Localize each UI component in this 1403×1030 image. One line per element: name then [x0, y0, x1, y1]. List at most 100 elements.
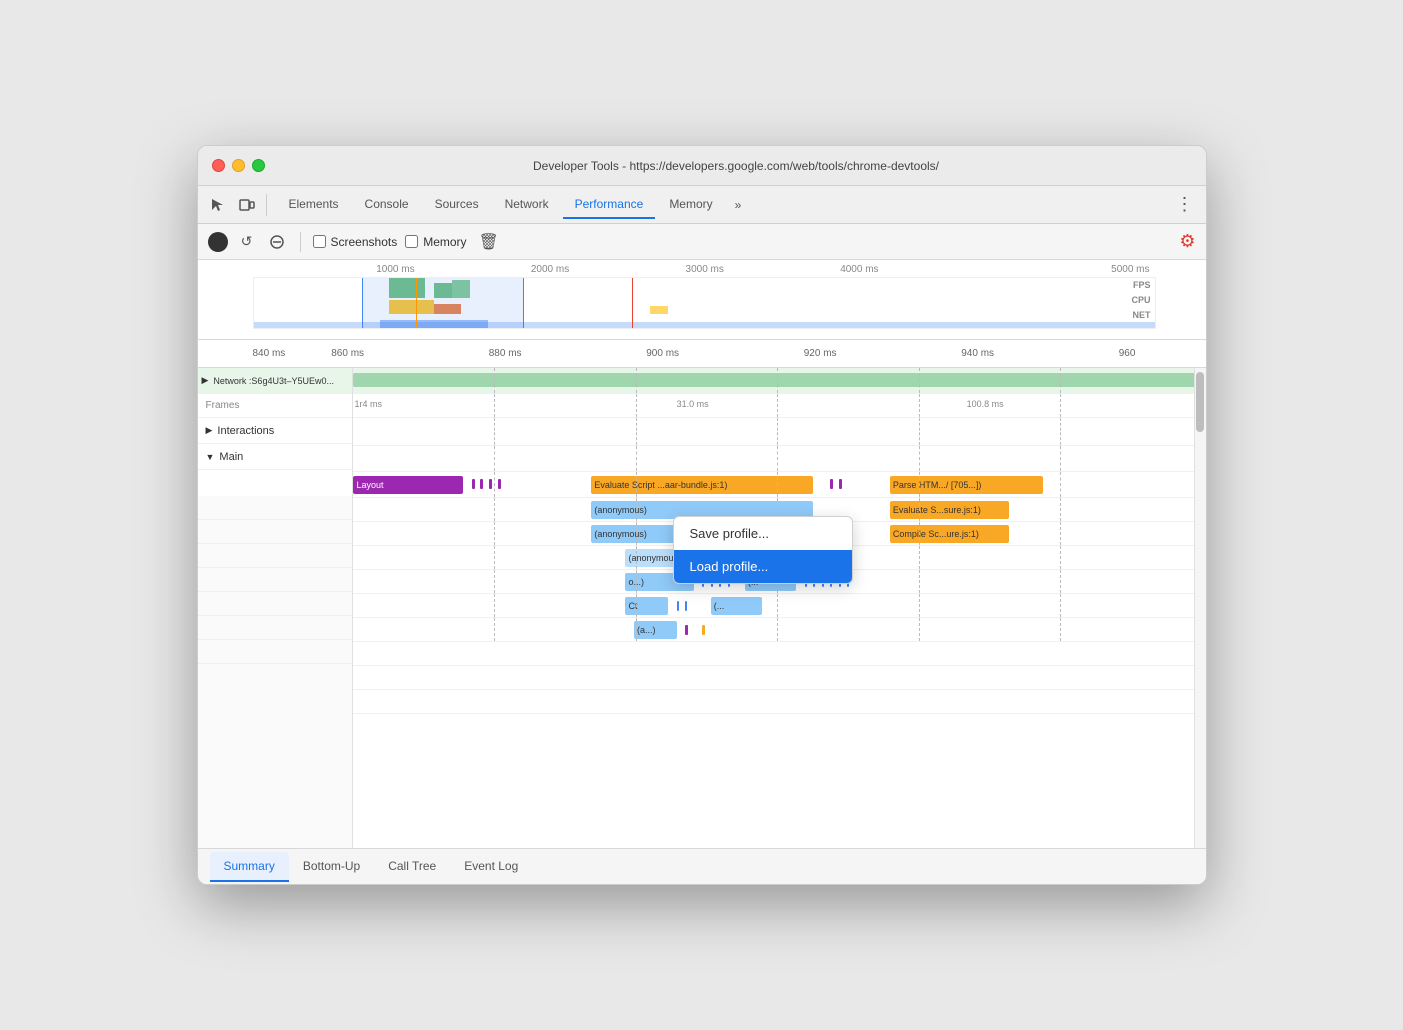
tab-performance[interactable]: Performance [563, 191, 656, 219]
vline-red [632, 278, 633, 328]
tick-3: 900 ms [646, 348, 804, 359]
minimize-button[interactable] [232, 159, 245, 172]
fdline-5 [1060, 394, 1061, 417]
device-toggle-icon[interactable] [236, 194, 258, 216]
tab-call-tree[interactable]: Call Tree [374, 852, 450, 882]
record-button[interactable] [208, 232, 228, 252]
callstack-row-4 [198, 568, 352, 592]
title-bar: Developer Tools - https://developers.goo… [198, 146, 1206, 186]
frames-label: Frames [206, 400, 240, 411]
cs6dline-4 [919, 618, 920, 641]
callstack-row-5 [198, 592, 352, 616]
cs1dline-5 [1060, 498, 1061, 521]
cs3dline-4 [919, 546, 920, 569]
separator [300, 232, 301, 252]
cs5dline-1 [494, 594, 495, 617]
cs2dline-1 [494, 522, 495, 545]
network-bar-bg [353, 373, 1206, 387]
screenshots-checkbox[interactable]: Screenshots [313, 235, 398, 249]
idline-4 [919, 418, 920, 445]
frames-track: 1r4 ms 31.0 ms 100.8 ms [353, 394, 1206, 418]
tab-memory[interactable]: Memory [657, 191, 724, 219]
cs4dline-4 [919, 570, 920, 593]
memory-label: Memory [423, 235, 466, 249]
toolbar-right: ⚙ [1179, 231, 1195, 252]
tab-event-log[interactable]: Event Log [450, 852, 532, 882]
ruler-mark-1: 1000 ms [376, 264, 531, 275]
tab-summary[interactable]: Summary [210, 852, 289, 882]
tab-more[interactable]: » [727, 194, 750, 216]
cs6dline-5 [1060, 618, 1061, 641]
cs6dline-2 [636, 618, 637, 641]
scrollbar-thumb[interactable] [1196, 372, 1204, 432]
tick-4: 920 ms [804, 348, 962, 359]
close-button[interactable] [212, 159, 225, 172]
tick-2: 880 ms [489, 348, 647, 359]
compile-sc-bar: Compile Sc...ure.js:1) [890, 525, 1009, 543]
network-arrow: ▶ [202, 375, 209, 386]
eval-s-bar: Evaluate S...sure.js:1) [890, 501, 1009, 519]
settings-icon[interactable]: ⚙ [1179, 231, 1195, 251]
cs4dline-2 [636, 570, 637, 593]
mbar-4 [498, 479, 501, 489]
mdline-1 [494, 446, 495, 471]
ruler-mark-2: 2000 ms [531, 264, 686, 275]
layout-track: Layout Evaluate Script ...aar-bundle.js:… [353, 472, 1206, 498]
layout-bar-1: Layout [353, 476, 464, 494]
ct-bar: Ct [625, 597, 668, 615]
vline-blue [362, 278, 363, 328]
network-label-text: Network :S6g4U3t–Y5UEw0... [213, 376, 334, 386]
tab-elements[interactable]: Elements [277, 191, 351, 219]
cs2dline-5 [1060, 522, 1061, 545]
context-menu: Save profile... Load profile... [673, 516, 853, 584]
cs4dline-5 [1060, 570, 1061, 593]
cs5dline-2 [636, 594, 637, 617]
selection-region [362, 278, 524, 328]
mbar-a2 [702, 625, 705, 635]
tab-sources[interactable]: Sources [423, 191, 491, 219]
interactions-label-row[interactable]: ▶ Interactions [198, 418, 352, 444]
frames-val-1: 1r4 ms [355, 399, 383, 409]
tab-console[interactable]: Console [353, 191, 421, 219]
reload-icon[interactable]: ↺ [236, 231, 258, 253]
clear-icon[interactable] [266, 231, 288, 253]
save-profile-item[interactable]: Save profile... [674, 517, 852, 550]
load-profile-item[interactable]: Load profile... [674, 550, 852, 583]
mbar-3 [489, 479, 492, 489]
frames-label-row[interactable]: Frames [198, 394, 352, 418]
ruler-mark-4: 4000 ms [840, 264, 995, 275]
devtools-window: Developer Tools - https://developers.goo… [197, 145, 1207, 885]
tab-bottom-up[interactable]: Bottom-Up [289, 852, 374, 882]
memory-checkbox[interactable]: Memory [405, 235, 466, 249]
vline-orange [416, 278, 417, 328]
main-label-row[interactable]: ▼ Main [198, 444, 352, 470]
dline-1 [494, 368, 495, 393]
mbar-r1 [830, 479, 833, 489]
layout-label-row [198, 470, 352, 496]
cursor-icon[interactable] [206, 194, 228, 216]
empty-track-1 [353, 642, 1206, 666]
mdline-5 [1060, 446, 1061, 471]
maximize-button[interactable] [252, 159, 265, 172]
cs3dline-5 [1060, 546, 1061, 569]
screenshots-input[interactable] [313, 235, 326, 248]
empty-track-3 [353, 690, 1206, 714]
cpu-bar-3 [650, 306, 668, 314]
trash-icon[interactable]: 🗑 [479, 232, 499, 252]
tab-network[interactable]: Network [493, 191, 561, 219]
cpu-axis-label: CPU [1131, 295, 1150, 305]
idline-3 [777, 418, 778, 445]
cs1dline-2 [636, 498, 637, 521]
cs5dline-5 [1060, 594, 1061, 617]
network-section-label[interactable]: ▶ Network :S6g4U3t–Y5UEw0... [198, 368, 352, 394]
memory-input[interactable] [405, 235, 418, 248]
ruler-mark-5: 5000 ms [995, 264, 1198, 275]
cs3dline-2 [636, 546, 637, 569]
kebab-menu-icon[interactable]: ⋮ [1172, 192, 1198, 217]
vertical-scrollbar[interactable] [1194, 368, 1206, 848]
dline-4 [919, 368, 920, 393]
dline-2 [636, 368, 637, 393]
left-labels: ▶ Network :S6g4U3t–Y5UEw0... Frames ▶ In… [198, 368, 353, 848]
main-arrow: ▼ [206, 452, 215, 462]
lldline-2 [636, 472, 637, 497]
